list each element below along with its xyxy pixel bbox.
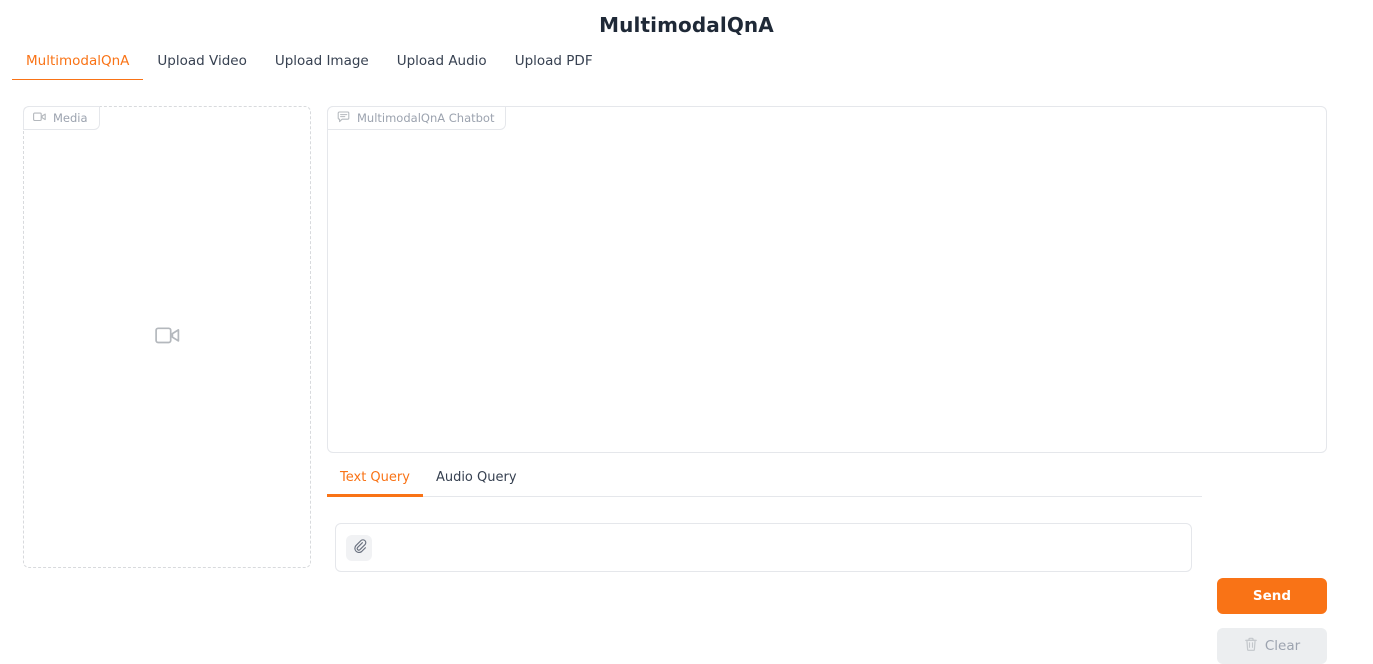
tab-audio-query[interactable]: Audio Query: [423, 469, 530, 497]
clear-button[interactable]: Clear: [1217, 628, 1327, 664]
attach-file-button[interactable]: [346, 535, 372, 561]
work-area: Media MultimodalQnA Chatbot Text: [0, 106, 1373, 609]
media-dropzone[interactable]: Media: [23, 106, 311, 568]
paperclip-icon: [352, 538, 367, 557]
chat-bubble-icon: [337, 111, 350, 126]
text-query-input-container: [335, 523, 1192, 572]
main-tab-bar: MultimodalQnA Upload Video Upload Image …: [12, 52, 1361, 79]
trash-icon: [1244, 637, 1258, 656]
video-camera-icon: [155, 326, 180, 349]
tab-upload-image[interactable]: Upload Image: [261, 52, 383, 80]
tab-upload-audio[interactable]: Upload Audio: [383, 52, 501, 80]
tab-text-query[interactable]: Text Query: [327, 469, 423, 497]
chatbot-panel-label-text: MultimodalQnA Chatbot: [357, 111, 494, 125]
tab-upload-video[interactable]: Upload Video: [143, 52, 260, 80]
chatbot-panel: MultimodalQnA Chatbot: [327, 106, 1327, 453]
tab-upload-pdf[interactable]: Upload PDF: [501, 52, 607, 80]
chat-message-list[interactable]: [328, 131, 1326, 452]
query-tab-bar: Text Query Audio Query: [327, 469, 1202, 497]
chatbot-panel-label: MultimodalQnA Chatbot: [327, 106, 506, 130]
tab-multimodalqna[interactable]: MultimodalQnA: [12, 52, 143, 80]
page-title: MultimodalQnA: [0, 0, 1373, 37]
text-query-input[interactable]: [380, 524, 1181, 571]
media-placeholder: [24, 107, 310, 567]
clear-button-label: Clear: [1265, 638, 1300, 654]
